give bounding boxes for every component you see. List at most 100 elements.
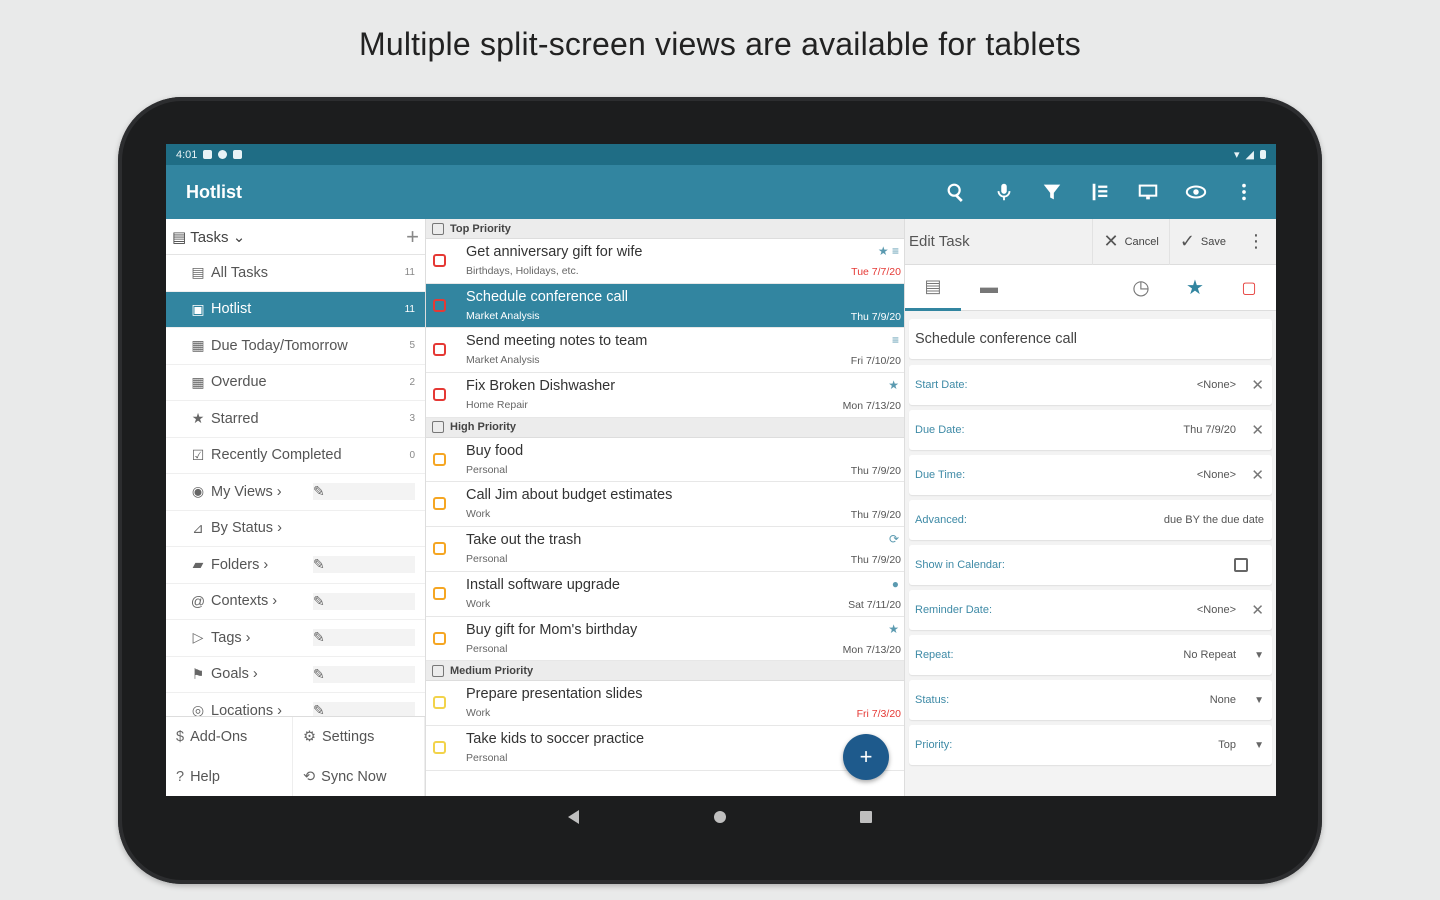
due-date-field[interactable]: Due Date: Thu 7/9/20 ✕: [909, 410, 1272, 450]
nav-item-tags[interactable]: ▷ Tags › ✎: [166, 620, 425, 657]
sort-icon[interactable]: [1088, 180, 1112, 204]
nav-item-label: Folders: [211, 556, 260, 573]
tab-details-icon[interactable]: ▤: [905, 265, 961, 311]
nav-item-goals[interactable]: ⚑ Goals › ✎: [166, 657, 425, 693]
nav-item-by-status[interactable]: ⊿ By Status ›: [166, 511, 425, 547]
clear-icon[interactable]: ✕: [1236, 376, 1264, 394]
filter-icon[interactable]: [1040, 180, 1064, 204]
task-row[interactable]: Send meeting notes to team Market Analys…: [426, 328, 904, 374]
nav-item-recently-completed[interactable]: ☑ Recently Completed 0: [166, 438, 425, 474]
overflow-icon[interactable]: [1232, 180, 1256, 204]
dropdown-arrow-icon: ▼: [1254, 739, 1264, 751]
priority-field[interactable]: Priority: Top ▼: [909, 725, 1272, 765]
nav-pane: ▤ Tasks ⌄ + ▤ All Tasks 11 ▣ Hotlist 11 …: [166, 219, 426, 796]
search-icon[interactable]: [944, 180, 968, 204]
task-checkbox[interactable]: [433, 343, 446, 357]
nav-item-due-today[interactable]: ▦ Due Today/Tomorrow 5: [166, 328, 425, 365]
due-time-field[interactable]: Due Time: <None> ✕: [909, 455, 1272, 495]
field-label: Show in Calendar:: [915, 559, 1005, 571]
display-icon[interactable]: [1136, 180, 1160, 204]
start-date-field[interactable]: Start Date: <None> ✕: [909, 365, 1272, 405]
task-checkbox[interactable]: [433, 298, 446, 312]
edit-icon[interactable]: ✎: [313, 483, 415, 501]
save-button[interactable]: ✓ Save: [1168, 218, 1236, 265]
eye-icon[interactable]: [1184, 180, 1208, 204]
mic-icon[interactable]: [992, 180, 1016, 204]
nav-tasks-header[interactable]: ▤ Tasks ⌄ +: [166, 219, 425, 255]
task-name-field[interactable]: Schedule conference call: [909, 319, 1272, 359]
task-checkbox[interactable]: [433, 740, 446, 754]
edit-icon[interactable]: ✎: [313, 592, 415, 610]
task-row[interactable]: Prepare presentation slides Work Fri 7/3…: [426, 681, 904, 726]
task-due: Tue 7/7/20: [851, 266, 901, 278]
star-icon[interactable]: ★: [1168, 275, 1222, 300]
add-task-fab[interactable]: +: [843, 734, 889, 780]
task-checkbox[interactable]: [433, 631, 446, 645]
reminder-date-field[interactable]: Reminder Date: <None> ✕: [909, 590, 1272, 630]
nav-item-starred[interactable]: ★ Starred 3: [166, 401, 425, 438]
repeat-field[interactable]: Repeat: No Repeat ▼: [909, 635, 1272, 675]
clear-icon[interactable]: ✕: [1236, 466, 1264, 484]
field-value: <None>: [1196, 469, 1236, 481]
add-icon[interactable]: +: [406, 225, 419, 248]
status-bar: 4:01 ▾ ◢: [166, 144, 1276, 165]
task-row[interactable]: Take out the trash Personal ⟳ Thu 7/9/20: [426, 527, 904, 572]
settings-notification-icon: [218, 150, 228, 159]
tasks-icon: ▤: [172, 228, 187, 246]
nav-item-label: Due Today/Tomorrow: [211, 337, 348, 354]
home-icon[interactable]: [713, 811, 726, 823]
task-row[interactable]: Buy gift for Mom's birthday Personal ★ M…: [426, 616, 904, 662]
nav-item-count: 11: [404, 267, 415, 279]
overflow-icon[interactable]: ⋮: [1236, 231, 1276, 252]
group-title: Top Priority: [450, 222, 511, 235]
nav-item-hotlist[interactable]: ▣ Hotlist 11: [166, 291, 425, 328]
calendar-checkbox[interactable]: [1234, 558, 1248, 572]
task-row[interactable]: Fix Broken Dishwasher Home Repair ★ Mon …: [426, 373, 904, 418]
nav-item-all-tasks[interactable]: ▤ All Tasks 11: [166, 255, 425, 292]
task-checkbox[interactable]: [433, 452, 446, 466]
group-title: High Priority: [450, 421, 517, 434]
task-checkbox[interactable]: [433, 586, 446, 600]
group-icon: [432, 664, 444, 677]
task-row[interactable]: Call Jim about budget estimates Work Thu…: [426, 482, 904, 528]
task-checkbox[interactable]: [433, 388, 446, 402]
show-in-calendar-field[interactable]: Show in Calendar:: [909, 545, 1272, 585]
task-checkbox[interactable]: [433, 497, 446, 511]
task-row-selected[interactable]: Schedule conference call Market Analysis…: [426, 283, 904, 329]
priority-checkbox-icon[interactable]: ▢: [1222, 278, 1276, 298]
clear-icon[interactable]: ✕: [1236, 601, 1264, 619]
status-field[interactable]: Status: None ▼: [909, 680, 1272, 720]
task-title: Schedule conference call: [466, 288, 629, 305]
back-icon[interactable]: [568, 810, 579, 824]
edit-icon[interactable]: ✎: [313, 629, 415, 647]
nav-item-contexts[interactable]: @ Contexts › ✎: [166, 584, 425, 620]
clear-icon[interactable]: ✕: [1236, 421, 1264, 439]
recents-icon[interactable]: [860, 811, 872, 823]
addons-button[interactable]: $ Add-Ons: [166, 717, 293, 757]
edit-icon[interactable]: ✎: [313, 665, 415, 683]
group-header-high: High Priority: [426, 417, 904, 438]
clock-icon[interactable]: ◷: [1114, 275, 1168, 300]
task-checkbox[interactable]: [433, 696, 446, 710]
task-row[interactable]: Install software upgrade Work ● Sat 7/11…: [426, 571, 904, 617]
help-button[interactable]: ? Help: [166, 757, 293, 796]
task-row[interactable]: Get anniversary gift for wife Birthdays,…: [426, 239, 904, 284]
nav-item-label: Goals: [211, 666, 249, 683]
edit-icon[interactable]: ✎: [313, 556, 415, 574]
task-title: Buy gift for Mom's birthday: [466, 621, 638, 638]
nav-item-overdue[interactable]: ▦ Overdue 2: [166, 365, 425, 401]
task-checkbox[interactable]: [433, 254, 446, 267]
sync-button[interactable]: ⟲ Sync Now: [293, 757, 425, 796]
note-icon: ≡: [891, 333, 899, 348]
task-checkbox[interactable]: [433, 542, 446, 556]
banner-caption: Multiple split-screen views are availabl…: [358, 26, 1082, 62]
advanced-field[interactable]: Advanced: due BY the due date: [909, 500, 1272, 540]
tab-notes-icon[interactable]: ▬: [961, 265, 1017, 311]
task-row[interactable]: Buy food Personal Thu 7/9/20: [426, 437, 904, 483]
nav-item-folders[interactable]: ▰ Folders › ✎: [166, 547, 425, 584]
nav-item-my-views[interactable]: ◉ My Views › ✎: [166, 474, 425, 511]
task-row[interactable]: Take kids to soccer practice Personal: [426, 725, 904, 771]
settings-button[interactable]: ⚙ Settings: [293, 717, 425, 757]
task-title: Buy food: [466, 442, 524, 459]
cancel-button[interactable]: ✕ Cancel: [1092, 218, 1168, 265]
